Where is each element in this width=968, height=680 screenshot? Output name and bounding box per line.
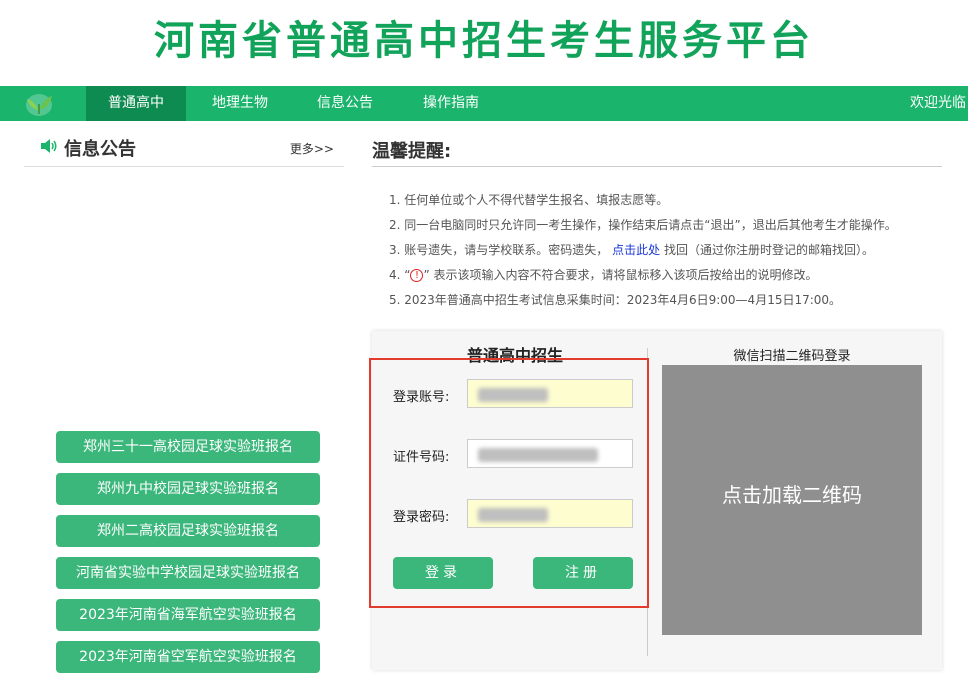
more-link[interactable]: 更多>> xyxy=(290,140,334,157)
tips-header: 温馨提醒: xyxy=(372,130,942,167)
nav-item-announcements[interactable]: 信息公告 xyxy=(295,86,395,121)
id-number-redaction xyxy=(478,448,598,462)
tips-title: 温馨提醒: xyxy=(372,141,452,162)
nav-item-geo-bio[interactable]: 地理生物 xyxy=(190,86,290,121)
airforce-aviation-signup-button[interactable]: 2023年河南省空军航空实验班报名 xyxy=(56,641,320,673)
account-label: 登录账号: xyxy=(393,390,450,405)
password-label: 登录密码: xyxy=(393,510,450,525)
account-input[interactable] xyxy=(467,379,633,408)
id-number-label: 证件号码: xyxy=(393,450,450,465)
recover-password-link[interactable]: 点击此处 xyxy=(612,243,660,257)
tips-list: 1. 任何单位或个人不得代替学生报名、填报志愿等。 2. 同一台电脑同时只允许同… xyxy=(389,190,897,315)
tip-4-text: ” 表示该项输入内容不符合要求，请将鼠标移入该项后按给出的说明修改。 xyxy=(423,268,818,282)
account-redaction xyxy=(478,388,548,402)
top-nav: 普通高中 地理生物 信息公告 操作指南 欢迎光临 xyxy=(0,86,968,121)
hn-experimental-football-signup-button[interactable]: 河南省实验中学校园足球实验班报名 xyxy=(56,557,320,589)
tip-4-prefix: 4. “ xyxy=(389,268,411,282)
nav-item-guide[interactable]: 操作指南 xyxy=(401,86,501,121)
leaf-logo-icon xyxy=(26,94,52,116)
zz9-football-signup-button[interactable]: 郑州九中校园足球实验班报名 xyxy=(56,473,320,505)
password-redaction xyxy=(478,508,548,522)
tip-3-suffix: 找回（通过你注册时登记的邮箱找回）。 xyxy=(663,243,874,257)
tip-3: 3. 账号遗失，请与学校联系。密码遗失， 点击此处 找回（通过你注册时登记的邮箱… xyxy=(389,240,897,265)
speaker-icon xyxy=(41,139,57,153)
tip-2: 2. 同一台电脑同时只允许同一考生操作，操作结束后请点击“退出”，退出后其他考生… xyxy=(389,218,897,232)
zz2-football-signup-button[interactable]: 郑州二高校园足球实验班报名 xyxy=(56,515,320,547)
qr-title: 微信扫描二维码登录 xyxy=(733,349,851,364)
warning-icon: ! xyxy=(410,269,424,282)
load-qr-button[interactable]: 点击加载二维码 xyxy=(662,365,922,635)
register-button[interactable]: 注册 xyxy=(533,557,633,589)
notice-header: 信息公告 更多>> xyxy=(24,130,344,167)
password-input[interactable] xyxy=(467,499,633,528)
site-title: 河南省普通高中招生考生服务平台 xyxy=(154,18,814,64)
navy-aviation-signup-button[interactable]: 2023年河南省海军航空实验班报名 xyxy=(56,599,320,631)
tip-5: 5. 2023年普通高中招生考试信息采集时间：2023年4月6日9:00—4月1… xyxy=(389,293,842,307)
tip-1: 1. 任何单位或个人不得代替学生报名、填报志愿等。 xyxy=(389,193,669,207)
welcome-text: 欢迎光临 xyxy=(910,95,966,111)
zz31-football-signup-button[interactable]: 郑州三十一高校园足球实验班报名 xyxy=(56,431,320,463)
id-number-input[interactable] xyxy=(467,439,633,468)
login-button[interactable]: 登录 xyxy=(393,557,493,589)
tip-4: 4. “!” 表示该项输入内容不符合要求，请将鼠标移入该项后按给出的说明修改。 xyxy=(389,265,897,290)
tip-3-text: 3. 账号遗失，请与学校联系。密码遗失， xyxy=(389,243,609,257)
nav-item-regular-high-school[interactable]: 普通高中 xyxy=(86,86,186,121)
notice-title: 信息公告 xyxy=(64,139,136,160)
